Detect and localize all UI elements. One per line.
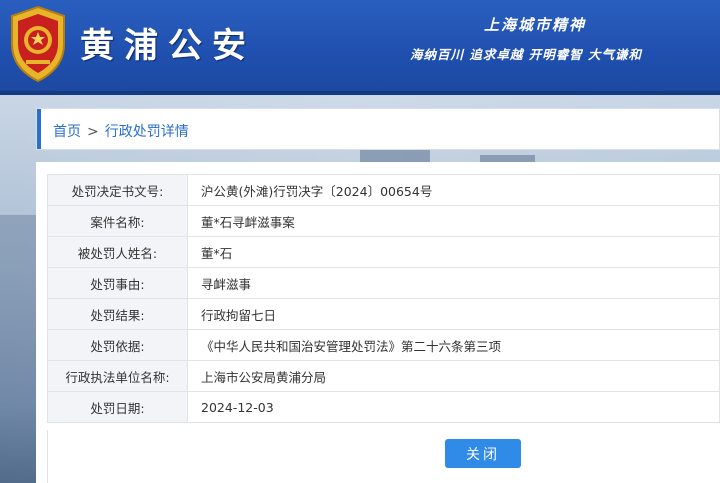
breadcrumb-accent-bar: [37, 109, 41, 149]
field-value: 寻衅滋事: [187, 267, 720, 299]
field-value: 行政拘留七日: [187, 298, 720, 330]
table-row: 处罚事由: 寻衅滋事: [47, 267, 720, 299]
field-label: 处罚依据:: [47, 329, 188, 361]
site-header: 黄浦公安 上海城市精神 海纳百川 追求卓越 开明睿智 大气谦和: [0, 0, 720, 95]
site-title: 黄浦公安: [80, 26, 256, 66]
field-value: 沪公黄(外滩)行罚决字〔2024〕00654号: [187, 174, 720, 206]
field-label: 处罚日期:: [47, 391, 188, 423]
table-row: 案件名称: 董*石寻衅滋事案: [47, 205, 720, 237]
field-label: 行政执法单位名称:: [47, 360, 188, 392]
breadcrumb: 首页 > 行政处罚详情: [36, 108, 720, 150]
close-button[interactable]: 关闭: [445, 439, 521, 468]
field-label: 被处罚人姓名:: [47, 236, 188, 268]
breadcrumb-separator: >: [87, 124, 99, 140]
breadcrumb-current[interactable]: 行政处罚详情: [105, 124, 189, 140]
table-row: 被处罚人姓名: 董*石: [47, 236, 720, 268]
detail-table: 处罚决定书文号: 沪公黄(外滩)行罚决字〔2024〕00654号 案件名称: 董…: [47, 174, 720, 423]
field-value: 《中华人民共和国治安管理处罚法》第二十六条第三项: [187, 329, 720, 361]
slogan-text: 海纳百川 追求卓越 开明睿智 大气谦和: [410, 47, 643, 62]
table-row: 处罚决定书文号: 沪公黄(外滩)行罚决字〔2024〕00654号: [47, 174, 720, 206]
table-row: 行政执法单位名称: 上海市公安局黄浦分局: [47, 360, 720, 392]
action-row: 关闭: [47, 430, 720, 483]
field-value: 董*石寻衅滋事案: [187, 205, 720, 237]
breadcrumb-home-link[interactable]: 首页: [53, 124, 81, 140]
table-row: 处罚依据: 《中华人民共和国治安管理处罚法》第二十六条第三项: [47, 329, 720, 361]
detail-panel: 处罚决定书文号: 沪公黄(外滩)行罚决字〔2024〕00654号 案件名称: 董…: [36, 162, 720, 483]
field-label: 处罚结果:: [47, 298, 188, 330]
page: 黄浦公安 上海城市精神 海纳百川 追求卓越 开明睿智 大气谦和 首页 > 行政处罚详…: [0, 0, 720, 483]
field-label: 案件名称:: [47, 205, 188, 237]
field-label: 处罚事由:: [47, 267, 188, 299]
police-emblem-icon: [11, 5, 65, 83]
field-label: 处罚决定书文号:: [47, 174, 188, 206]
field-value: 2024-12-03: [187, 391, 720, 423]
field-value: 上海市公安局黄浦分局: [187, 360, 720, 392]
field-value: 董*石: [187, 236, 720, 268]
table-row: 处罚结果: 行政拘留七日: [47, 298, 720, 330]
slogan-title: 上海城市精神: [484, 16, 587, 34]
breadcrumb-trail: 首页 > 行政处罚详情: [53, 121, 189, 141]
table-row: 处罚日期: 2024-12-03: [47, 391, 720, 423]
